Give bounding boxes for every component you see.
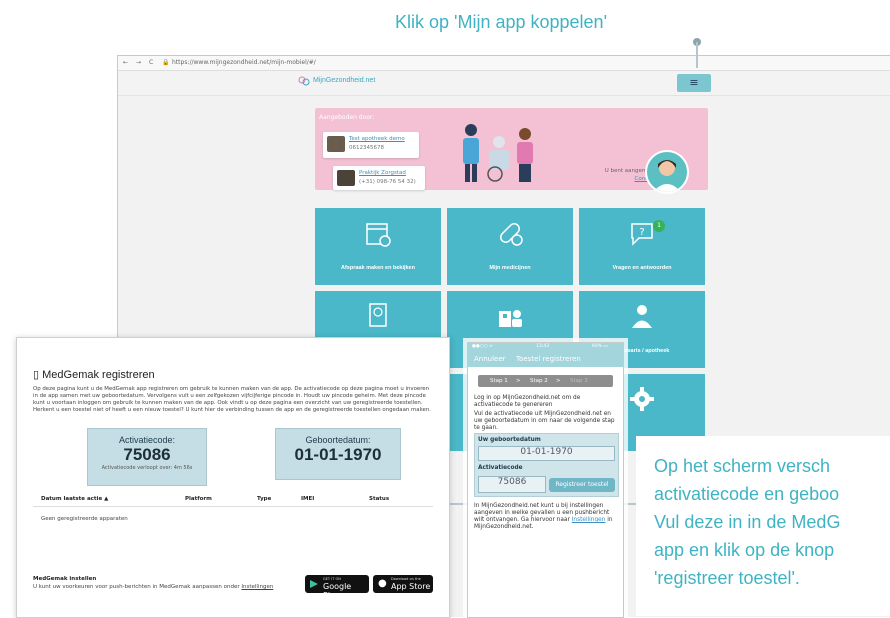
offered-by-label: Aangeboden door: <box>319 114 375 121</box>
avatar-image <box>653 160 681 192</box>
callout-right: Op het scherm versch activatiecode en ge… <box>654 452 890 592</box>
settings-title: MedGemak instellen <box>33 576 97 582</box>
callout-line-5: 'registreer toestel'. <box>654 568 800 588</box>
back-icon[interactable]: ← <box>123 59 128 66</box>
medgemak-page: ▯ MedGemak registreren Op deze pagina ku… <box>16 337 450 618</box>
apple-icon: ● <box>378 578 387 589</box>
activation-code-value: 75086 <box>123 445 171 464</box>
phone-intro-1: Log in op MijnGezondheid.net om de activ… <box>474 395 581 408</box>
chat-question-icon: ? <box>631 223 653 246</box>
tile-medications[interactable]: Mijn medicijnen <box>447 208 573 285</box>
phone-status-bar: ●●○○ ≈ 13:43 60% ▭ <box>468 343 623 351</box>
phone-screen: ●●○○ ≈ 13:43 60% ▭ Annuleer Toestel regi… <box>467 342 624 618</box>
forward-icon[interactable]: → <box>136 59 141 66</box>
document-icon <box>369 303 387 327</box>
google-play-button[interactable]: GET IT ON Google Play <box>305 575 369 600</box>
app-store-button[interactable]: ● Download on the App Store <box>373 575 433 593</box>
site-logo[interactable]: MijnGezondheid.net <box>313 77 375 84</box>
settings-link[interactable]: Instellingen <box>241 584 273 590</box>
pill-icon <box>500 223 523 246</box>
practice-name[interactable]: Praktijk Zorgstad <box>359 170 406 176</box>
step-2: Stap 2 <box>530 378 548 384</box>
cancel-button[interactable]: Annuleer <box>474 355 506 363</box>
callout-top: Klik op 'Mijn app koppelen' <box>395 12 608 32</box>
phone-clock: 13:43 <box>536 344 549 349</box>
pharmacy-phone: 0612345678 <box>349 145 384 151</box>
tile-questions[interactable]: ? 1 Vragen en antwoorden <box>579 208 705 285</box>
table-divider <box>33 506 433 507</box>
callout-line-4: app en klik op de knop <box>654 540 835 560</box>
activation-code-box: Activatiecode: 75086 Activatiecode verlo… <box>87 428 207 486</box>
app-store-label: App Store <box>391 582 431 591</box>
avatar[interactable] <box>645 150 689 194</box>
page-title: ▯ MedGemak registreren <box>33 369 155 381</box>
table-empty-row: Geen geregistreerde apparaten <box>41 516 128 522</box>
tile-appointments[interactable]: Afspraak maken en bekijken <box>315 208 441 285</box>
practice-phone: (+31) 098-76 54 32) <box>359 179 416 185</box>
url-text[interactable]: https://www.mijngezondheid.net/mijn-mobi… <box>172 59 316 66</box>
pharmacy-name[interactable]: Test apotheek demo <box>349 136 405 142</box>
google-play-icon <box>310 580 318 588</box>
signal-indicator: ●●○○ ≈ <box>472 344 493 349</box>
birthdate-label: Geboortedatum: <box>305 435 371 445</box>
gear-icon <box>630 387 654 411</box>
logo-icon <box>298 76 310 86</box>
page-intro: Op deze pagina kunt u de MedGemak app re… <box>33 386 431 413</box>
app-store-small: Download on the <box>391 577 421 581</box>
step-separator: > <box>516 378 521 384</box>
lock-icon: 🔒 <box>162 59 170 66</box>
tile-label: Mijn medicijnen <box>489 265 531 271</box>
column-header-date[interactable]: Datum laatste actie ▲ <box>41 496 108 502</box>
people-illustration <box>463 124 533 182</box>
step-separator: > <box>556 378 561 384</box>
activation-code-label: Activatiecode: <box>118 435 176 445</box>
column-header-status[interactable]: Status <box>369 496 389 502</box>
code-input[interactable]: 75086 <box>478 476 546 493</box>
birthdate-value: 01-01-1970 <box>294 445 382 464</box>
column-header-platform[interactable]: Platform <box>185 496 212 502</box>
phone-settings-link[interactable]: Instellingen <box>572 517 606 523</box>
calendar-icon <box>366 223 391 247</box>
doctor-icon <box>632 305 652 328</box>
address-bar[interactable]: ← → C 🔒 https://www.mijngezondheid.net/m… <box>118 56 890 71</box>
tile-label: Afspraak maken en bekijken <box>341 265 415 271</box>
column-header-imei[interactable]: IMEI <box>301 496 314 502</box>
phone-outro: In MijnGezondheid.net kunt u bij instell… <box>474 503 613 530</box>
step-indicator: Stap 1 > Stap 2 > Stap 3 <box>478 375 613 387</box>
register-device-button[interactable]: Registreer toestel <box>549 478 615 492</box>
clinic-icon <box>499 310 522 327</box>
reload-icon[interactable]: C <box>149 59 153 66</box>
phone-header: Annuleer Toestel registreren <box>468 351 623 367</box>
step-1: Stap 1 <box>490 378 508 384</box>
site-header: MijnGezondheid.net ≡ <box>118 71 890 96</box>
registration-form: Uw geboortedatum 01-01-1970 Activatiecod… <box>474 433 619 497</box>
code-label: Activatiecode <box>478 465 523 471</box>
practice-image <box>337 170 355 186</box>
dob-label: Uw geboortedatum <box>478 437 541 443</box>
practice-card[interactable]: Praktijk Zorgstad (+31) 098-76 54 32) <box>333 166 425 190</box>
callout-line-2: activatiecode en geboo <box>654 484 840 504</box>
phone-icon: ▯ <box>33 369 40 381</box>
menu-button[interactable]: ≡ <box>677 74 711 92</box>
pharmacy-image <box>327 136 345 152</box>
phone-intro-2: Vul de activatiecode uit MijnGezondheid.… <box>474 411 615 431</box>
google-play-small: GET IT ON <box>323 577 341 581</box>
callout-line <box>696 42 698 68</box>
svg-text:?: ? <box>639 227 644 238</box>
step-3: Stap 3 <box>570 378 588 384</box>
tile-label: Vragen en antwoorden <box>612 265 672 271</box>
settings-text: U kunt uw voorkeuren voor push-berichten… <box>33 584 274 590</box>
dob-input[interactable]: 01-01-1970 <box>478 446 615 461</box>
phone-title: Toestel registreren <box>516 355 581 363</box>
pharmacy-card[interactable]: Test apotheek demo 0612345678 <box>323 132 419 158</box>
birthdate-box: Geboortedatum: 01-01-1970 <box>275 428 401 480</box>
callout-line-3: Vul deze in in de MedG <box>654 512 841 532</box>
activation-code-expiry: Activatiecode verloopt over: 4m 56s <box>101 465 193 471</box>
battery-indicator: 60% ▭ <box>592 344 608 349</box>
callout-line-1: Op het scherm versch <box>654 456 831 476</box>
column-header-type[interactable]: Type <box>257 496 271 502</box>
google-play-label: Google Play <box>323 582 352 600</box>
provider-banner: Aangeboden door: Test apotheek demo 0612… <box>315 108 708 194</box>
notification-badge: 1 <box>653 220 665 232</box>
